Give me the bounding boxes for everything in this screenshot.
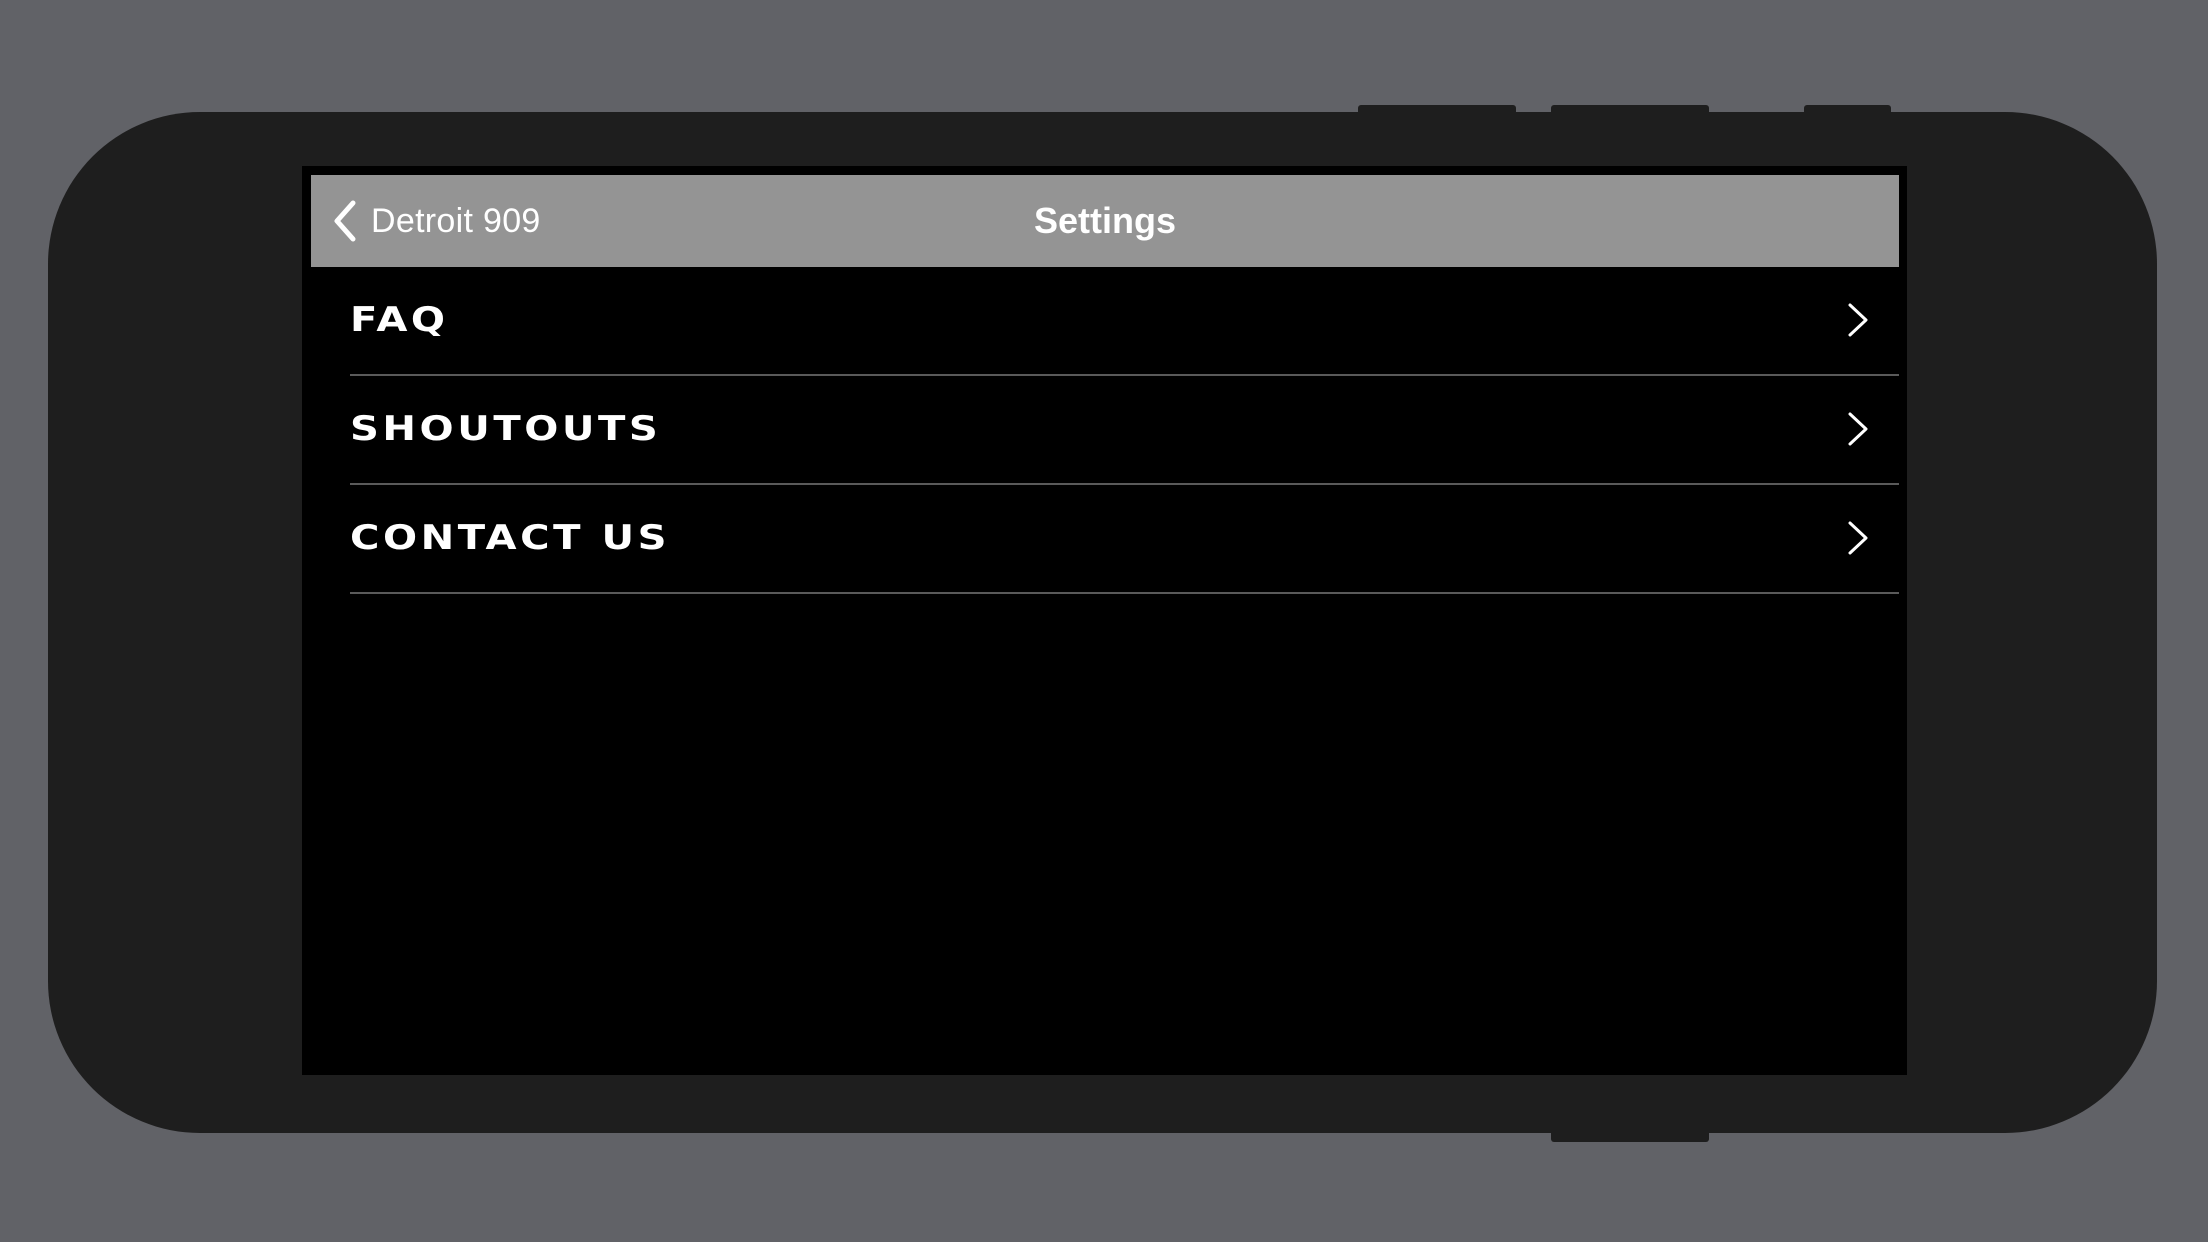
chevron-right-icon (1847, 411, 1869, 447)
settings-item-label: FAQ (350, 300, 449, 340)
chevron-right-icon (1847, 520, 1869, 556)
navigation-bar: Detroit 909 Settings (311, 175, 1899, 267)
page-title: Settings (1033, 200, 1176, 241)
settings-item-faq[interactable]: FAQ (350, 267, 1899, 376)
chevron-right-icon (1847, 302, 1869, 338)
settings-item-shoutouts[interactable]: SHOUTOUTS (350, 376, 1899, 485)
settings-item-contact-us[interactable]: CONTACT US (350, 485, 1899, 594)
app-screen: Detroit 909 Settings FAQ SHOUTOUTS CONTA… (302, 166, 1907, 1075)
settings-item-label: SHOUTOUTS (350, 409, 662, 449)
settings-item-label: CONTACT US (350, 518, 671, 558)
simulator-stage: Detroit 909 Settings FAQ SHOUTOUTS CONTA… (0, 0, 2208, 1242)
settings-list: FAQ SHOUTOUTS CONTACT US (350, 267, 1899, 594)
device-button (1551, 1132, 1709, 1142)
